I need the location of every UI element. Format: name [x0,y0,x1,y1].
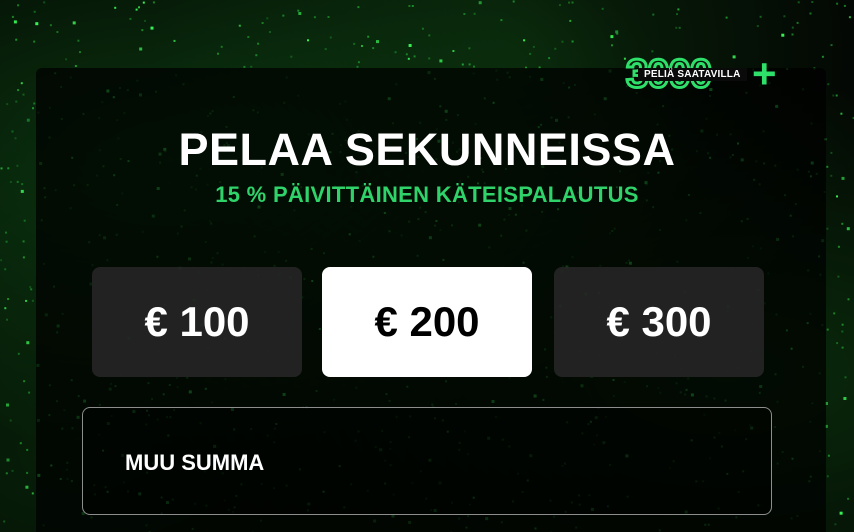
amount-option-300[interactable]: € 300 [554,267,764,377]
badge-plus: + [752,50,777,97]
other-amount-field[interactable]: MUU SUMMA [82,407,772,515]
page-title: PELAA SEKUNNEISSA [178,124,676,175]
amount-option-100[interactable]: € 100 [92,267,302,377]
badge-label: PELIÄ SAATAVILLA [638,68,747,81]
amount-option-200[interactable]: € 200 [322,267,532,377]
games-available-badge: 3000 + PELIÄ SAATAVILLA [625,50,782,98]
other-amount-label: MUU SUMMA [125,450,265,475]
cashback-subtitle: 15 % PÄIVITTÄINEN KÄTEISPALAUTUS [215,182,639,207]
